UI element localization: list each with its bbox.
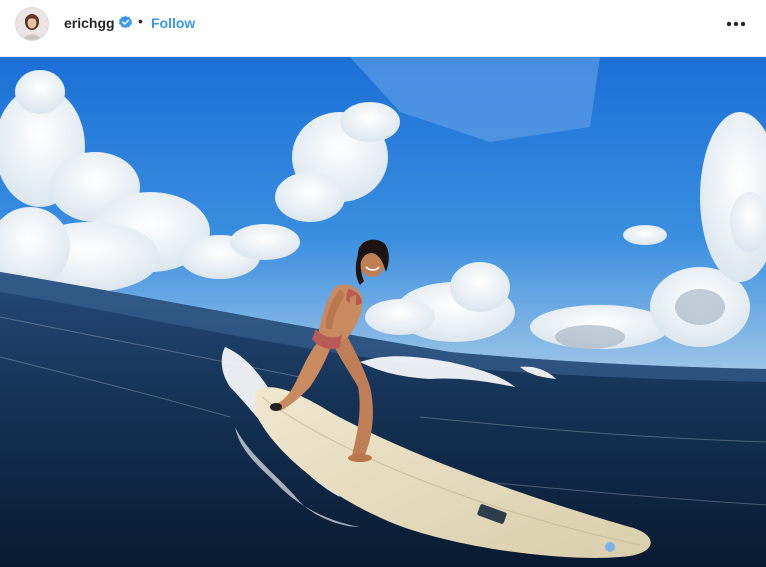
- more-options-icon[interactable]: [722, 12, 750, 36]
- post-username[interactable]: erichgg: [64, 15, 115, 31]
- avatar-image: [16, 8, 48, 40]
- surfer-on-wave-photo: [0, 57, 766, 567]
- post-photo[interactable]: [0, 57, 766, 567]
- follow-button[interactable]: Follow: [151, 15, 195, 31]
- instagram-post: erichgg • Follow: [0, 0, 766, 567]
- verified-badge-icon: [118, 15, 133, 29]
- header-separator: •: [138, 13, 143, 29]
- profile-avatar[interactable]: [15, 7, 49, 41]
- post-header: erichgg • Follow: [0, 0, 766, 57]
